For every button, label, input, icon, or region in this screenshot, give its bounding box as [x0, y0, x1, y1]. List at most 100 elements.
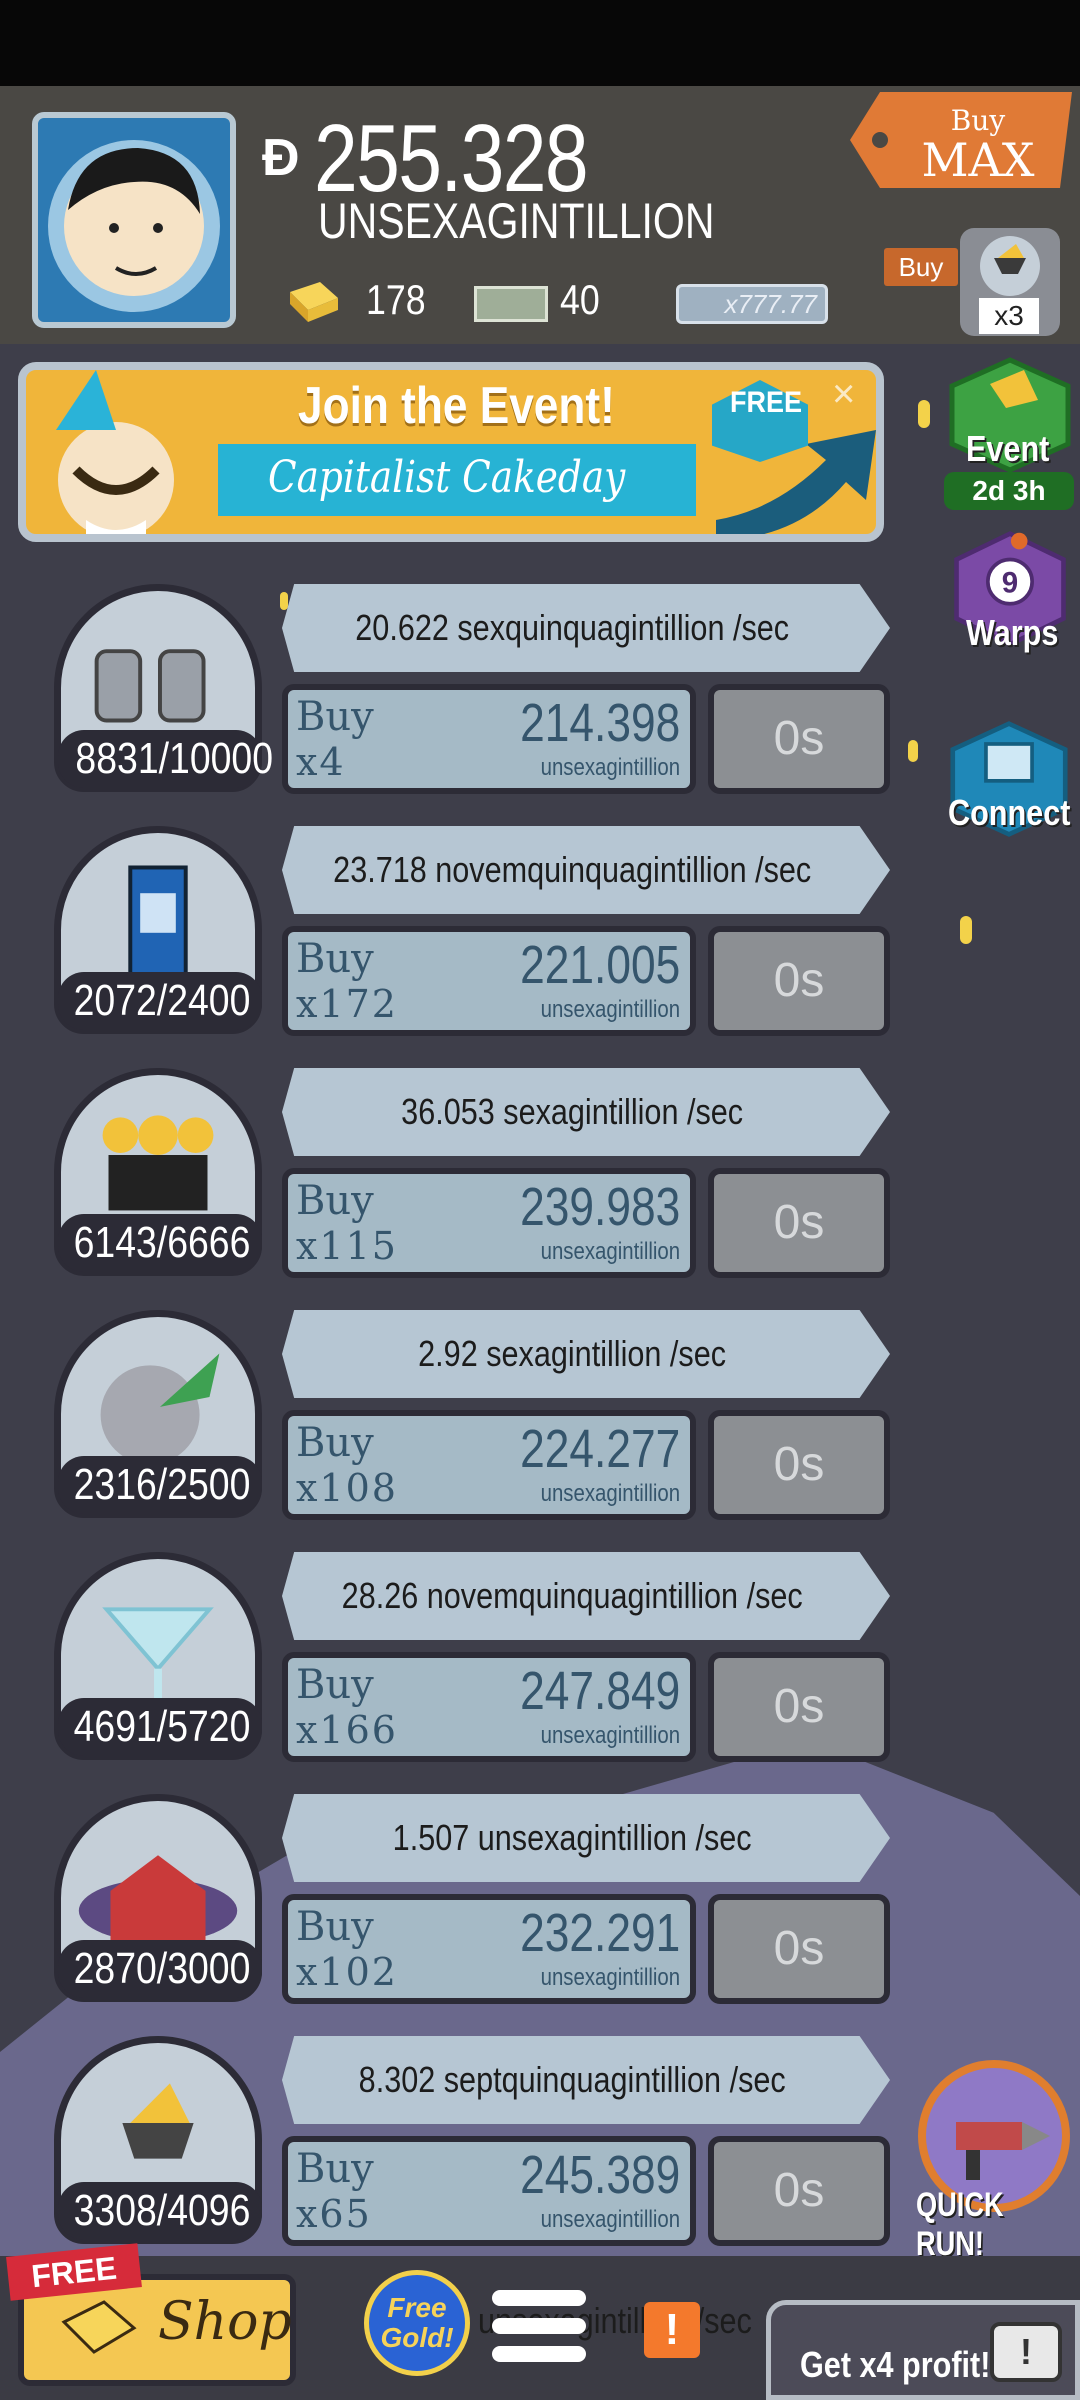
buy-word: Buy	[296, 936, 374, 982]
business-buy-button[interactable]: Buy x115 239.983 unsexagintillion	[282, 1168, 696, 1278]
business-row: 4691/5720 28.26 novemquinquagintillion /s…	[0, 1552, 900, 1782]
moon-boots-icon	[94, 649, 206, 723]
business-owned-count: 2316/2500	[58, 1456, 262, 1514]
clones-icon	[102, 1115, 214, 1211]
menu-icon[interactable]	[492, 2290, 586, 2370]
buy-cost: 232.291	[519, 1903, 680, 1963]
buy-word: Buy	[296, 2146, 374, 2192]
business-timer: 0s	[708, 1168, 890, 1278]
gold-count: 178	[366, 276, 426, 323]
buy-cost-unit: unsexagintillion	[540, 1238, 680, 1265]
buy-word: Buy	[296, 1904, 374, 1950]
business-buy-button[interactable]: Buy x65 245.389 unsexagintillion	[282, 2136, 696, 2246]
megabucks-count: 40	[560, 276, 600, 323]
mascot-icon	[56, 370, 174, 534]
cocktail-glass-icon	[102, 1607, 214, 1699]
business-buy-button[interactable]: Buy x102 232.291 unsexagintillion	[282, 1894, 696, 2004]
falling-coin	[960, 916, 972, 944]
money-unit: UNSEXAGINTILLION	[318, 193, 715, 249]
business-row: 8831/10000 20.622 sexquinquagintillion /s…	[0, 584, 900, 814]
buy-multiplier: x108	[296, 1466, 398, 1510]
buy-mode-label: Buy	[884, 248, 958, 286]
business-buy-button[interactable]: Buy x108 224.277 unsexagintillion	[282, 1410, 696, 1520]
business-owned-count: 3308/4096	[58, 2182, 262, 2240]
business-rate: 1.507 unsexagintillion /sec	[392, 1817, 752, 1858]
cheese-cart-icon	[980, 236, 1040, 296]
buy-multiplier: x65	[296, 2192, 372, 2236]
gold-bar-icon	[290, 282, 338, 322]
business-owned-count: 2870/3000	[58, 1940, 262, 1998]
buy-multiplier: x4	[296, 740, 346, 784]
currency-symbol: Ð	[262, 129, 300, 187]
quick-run-label: QUICK RUN!	[916, 2186, 1004, 2263]
event-label: Event	[966, 428, 1050, 469]
event-subtitle: Capitalist Cakeday	[268, 452, 626, 503]
phone-booth-icon	[128, 865, 188, 979]
business-timer: 0s	[708, 684, 890, 794]
business-row: 2072/2400 23.718 novemquinquagintillion /…	[0, 826, 900, 1056]
event-title: Join the Event!	[298, 377, 615, 435]
business-buy-button[interactable]: Buy x166 247.849 unsexagintillion	[282, 1652, 696, 1762]
business-buy-button[interactable]: Buy x4 214.398 unsexagintillion	[282, 684, 696, 794]
get-x4-profit-label: Get x4 profit!	[800, 2344, 991, 2385]
business-row: 2870/3000 1.507 unsexagintillion /sec Buy x…	[0, 1794, 900, 2024]
buy-word: Buy	[296, 1178, 374, 1224]
business-rate: 36.053 sexagintillion /sec	[401, 1091, 743, 1132]
buy-max-button[interactable]: Buy MAX	[850, 92, 1072, 192]
buy-multiplier: x102	[296, 1950, 398, 1994]
free-gold-button[interactable]: Free Gold!	[364, 2270, 470, 2376]
business-timer: 0s	[708, 2136, 890, 2246]
close-icon[interactable]: ×	[832, 372, 855, 417]
business-rate: 23.718 novemquinquagintillion /sec	[332, 849, 812, 890]
buy-cost-unit: unsexagintillion	[540, 754, 680, 781]
business-rate: 28.26 novemquinquagintillion /sec	[341, 1575, 803, 1616]
business-owned-count: 8831/10000	[58, 730, 273, 788]
business-timer: 0s	[708, 1894, 890, 2004]
buy-multiplier: x166	[296, 1708, 398, 1752]
buy-cost-unit: unsexagintillion	[540, 1964, 680, 1991]
buy-cost: 239.983	[519, 1177, 680, 1237]
red-barn-icon	[78, 1855, 238, 1943]
buy-cost-unit: unsexagintillion	[540, 1722, 680, 1749]
business-rate: 20.622 sexquinquagintillion /sec	[355, 607, 789, 648]
business-row: 3308/4096 8.302 septquinquagintillion /se…	[0, 2036, 900, 2266]
connect-label: Connect	[948, 792, 1071, 833]
buy-cost-unit: unsexagintillion	[540, 996, 680, 1023]
buy-word: Buy	[296, 694, 374, 740]
business-timer: 0s	[708, 926, 890, 1036]
drill-icon	[956, 2122, 1050, 2180]
buy-cost: 245.389	[519, 2145, 680, 2205]
cheese-cart-icon	[122, 2083, 194, 2159]
falling-coin	[908, 740, 918, 762]
event-timer: 2d 3h	[944, 472, 1074, 510]
buy-cost-unit: unsexagintillion	[540, 2206, 680, 2233]
buy-max-big-label: MAX	[921, 133, 1034, 187]
profit-multiplier: x777.77	[676, 284, 828, 324]
buy-cost: 214.398	[519, 693, 680, 753]
buy-cost: 221.005	[519, 935, 680, 995]
moon-rocket-icon	[100, 1353, 220, 1465]
business-timer: 0s	[708, 1652, 890, 1762]
megabucks-icon	[474, 286, 548, 322]
buy-word: Buy	[296, 1420, 374, 1466]
buy-multiplier: x172	[296, 982, 398, 1026]
player-avatar[interactable]	[32, 112, 236, 328]
buy-cost: 247.849	[519, 1661, 680, 1721]
business-rate: 2.92 sexagintillion /sec	[418, 1333, 726, 1374]
free-gold-badge-label: FREE	[730, 386, 803, 419]
business-owned-count: 6143/6666	[58, 1214, 262, 1272]
cards-icon	[984, 742, 1034, 783]
buy-quantity-badge: x3	[979, 298, 1039, 334]
buy-word: Buy	[296, 1662, 374, 1708]
business-owned-count: 4691/5720	[58, 1698, 262, 1756]
business-buy-button[interactable]: Buy x172 221.005 unsexagintillion	[282, 926, 696, 1036]
business-rate: 8.302 septquinquagintillion /sec	[358, 2059, 786, 2100]
tv-ad-icon: !	[990, 2322, 1062, 2382]
business-row: 6143/6666 36.053 sexagintillion /sec Buy x1…	[0, 1068, 900, 1298]
alert-icon[interactable]: !	[644, 2302, 700, 2358]
shop-label: Shop	[158, 2292, 292, 2352]
warps-label: Warps	[966, 612, 1059, 653]
warps-count: 9	[1002, 567, 1018, 600]
buy-multiplier: x115	[296, 1224, 398, 1268]
buy-cost: 224.277	[519, 1419, 680, 1479]
